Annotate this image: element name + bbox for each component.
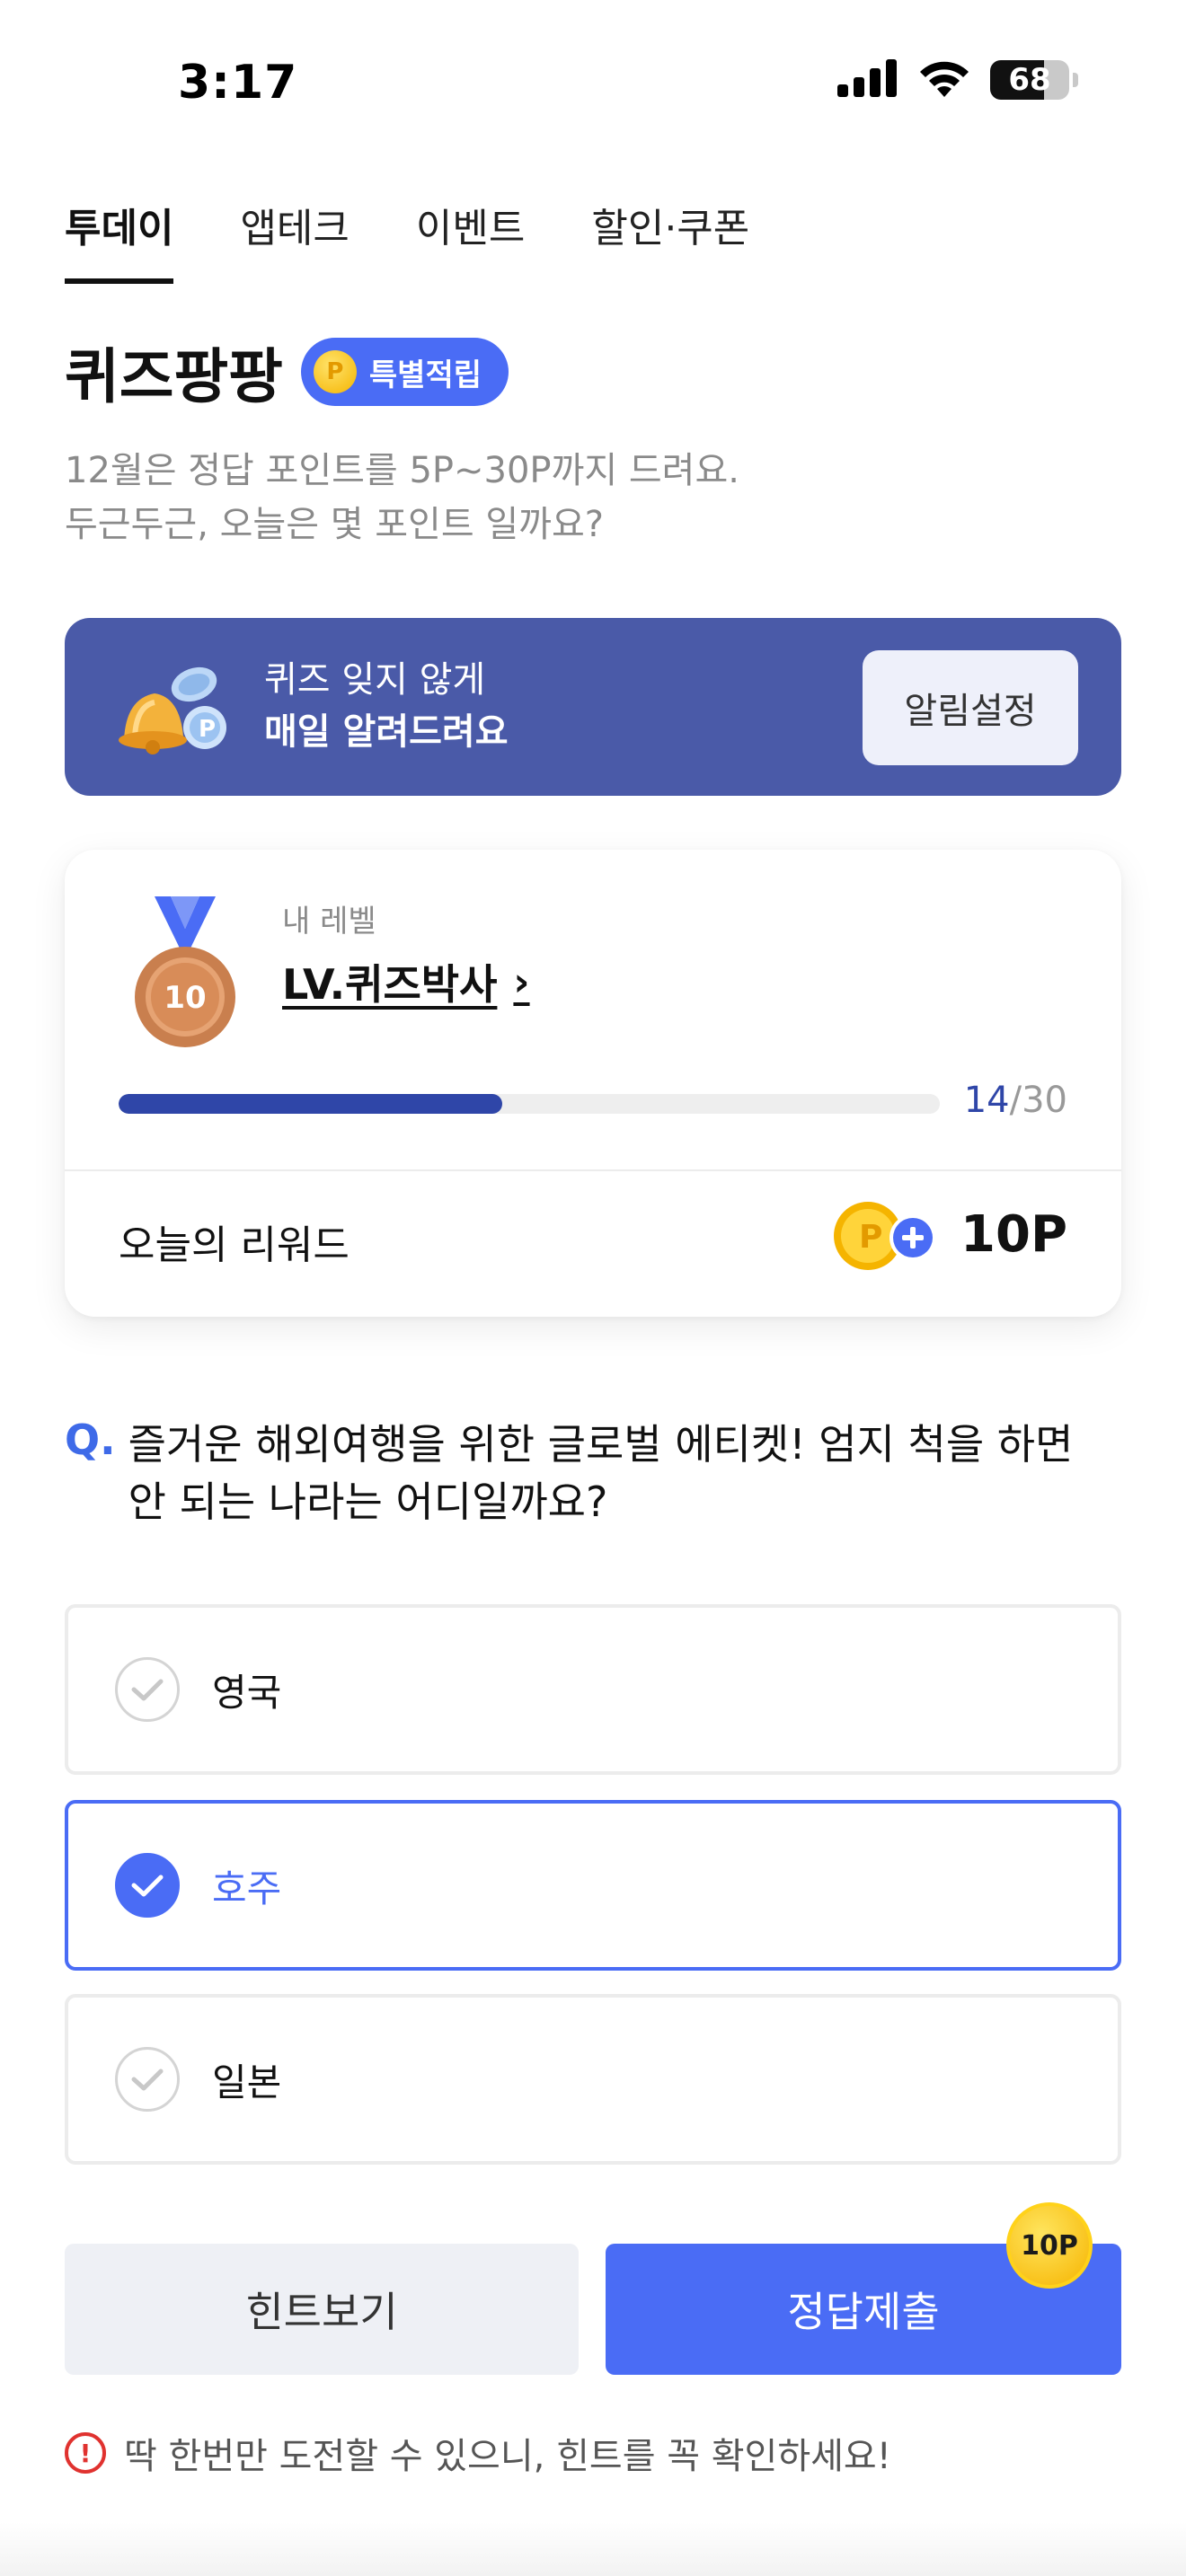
level-caption: 내 레벨 — [282, 904, 376, 940]
point-coin-icon: P — [313, 350, 357, 393]
question-text: 즐거운 해외여행을 위한 글로벌 에티켓! 엄지 척을 하면 안 되는 나라는 … — [128, 1416, 1074, 1531]
chevron-right-icon: › — [513, 958, 530, 1005]
svg-text:P: P — [859, 1219, 882, 1256]
warning-text: 딱 한번만 도전할 수 있으니, 힌트를 꼭 확인하세요! — [124, 2436, 891, 2477]
level-progress-fill — [119, 1094, 502, 1114]
notice-line-1: 퀴즈 잊지 않게 — [264, 659, 486, 701]
option-label: 호주 — [212, 1866, 282, 1910]
quiz-page: 3:17 68 투데이 앱테크 이벤트 할인·쿠폰 퀴즈팡팡 P 특별적립 12… — [0, 0, 1186, 2576]
bottom-fade — [0, 2522, 1186, 2576]
notice-line-2: 매일 알려드려요 — [264, 711, 509, 753]
question-line-2: 안 되는 나라는 어디일까요? — [128, 1478, 608, 1526]
tab-event[interactable]: 이벤트 — [416, 196, 525, 284]
level-name-link[interactable]: LV.퀴즈박사 › — [282, 952, 530, 1011]
alert-icon: ! — [65, 2432, 106, 2474]
level-name: LV.퀴즈박사 — [282, 960, 498, 1009]
question: Q. 즐거운 해외여행을 위한 글로벌 에티켓! 엄지 척을 하면 안 되는 나… — [65, 1416, 1121, 1531]
answer-option-australia[interactable]: 호주 — [65, 1800, 1121, 1971]
badge-label: 특별적립 — [368, 357, 482, 393]
alarm-settings-button[interactable]: 알림설정 — [863, 650, 1078, 765]
progress-count: 14/30 — [964, 1080, 1067, 1121]
option-label: 일본 — [212, 2060, 282, 2104]
reward-coin-plus-icon: P — [834, 1202, 936, 1270]
progress-total: /30 — [1009, 1080, 1067, 1121]
signal-icon — [837, 59, 898, 101]
question-line-1: 즐거운 해외여행을 위한 글로벌 에티켓! 엄지 척을 하면 — [128, 1420, 1074, 1469]
level-progress-bar — [119, 1094, 940, 1114]
battery-level: 68 — [1008, 62, 1051, 98]
special-badge: P 특별적립 — [300, 338, 509, 406]
subtitle-line-2: 두근두근, 오늘은 몇 포인트 일까요? — [65, 504, 605, 545]
battery-icon: 68 — [990, 60, 1069, 100]
point-chip-badge: 10P — [1006, 2202, 1093, 2289]
notification-banner: P 퀴즈 잊지 않게 매일 알려드려요 알림설정 — [65, 618, 1121, 796]
medal-icon: 10 — [135, 896, 235, 1047]
medal-number: 10 — [164, 980, 206, 1016]
option-label: 영국 — [212, 1670, 282, 1715]
bell-icon: P — [119, 666, 226, 754]
check-circle-icon — [115, 1657, 180, 1722]
svg-text:P: P — [199, 716, 216, 743]
tab-today[interactable]: 투데이 — [65, 196, 174, 284]
check-circle-icon — [115, 2047, 180, 2112]
reward-value: 10P — [960, 1205, 1067, 1264]
level-card: 10 내 레벨 LV.퀴즈박사 › 14/30 오늘의 리워드 P 10P — [65, 850, 1121, 1317]
answer-option-uk[interactable]: 영국 — [65, 1604, 1121, 1775]
wifi-icon — [918, 59, 970, 101]
warning-message: ! 딱 한번만 도전할 수 있으니, 힌트를 꼭 확인하세요! — [65, 2427, 891, 2479]
question-mark: Q. — [65, 1416, 116, 1464]
title-row: 퀴즈팡팡 P 특별적립 — [65, 329, 509, 415]
reward-label: 오늘의 리워드 — [119, 1222, 350, 1268]
hint-button[interactable]: 힌트보기 — [65, 2244, 579, 2375]
top-tabs: 투데이 앱테크 이벤트 할인·쿠폰 — [65, 196, 749, 284]
check-circle-filled-icon — [115, 1853, 180, 1918]
card-divider — [65, 1169, 1121, 1171]
progress-current: 14 — [963, 1080, 1010, 1121]
subtitle-line-1: 12월은 정답 포인트를 5P~30P까지 드려요. — [65, 450, 739, 491]
page-subtitle: 12월은 정답 포인트를 5P~30P까지 드려요. 두근두근, 오늘은 몇 포… — [65, 444, 739, 551]
tab-coupon[interactable]: 할인·쿠폰 — [591, 196, 749, 284]
notice-text: 퀴즈 잊지 않게 매일 알려드려요 — [264, 654, 509, 758]
page-title: 퀴즈팡팡 — [65, 342, 283, 411]
status-time: 3:17 — [178, 56, 298, 110]
answer-option-japan[interactable]: 일본 — [65, 1994, 1121, 2165]
status-icons: 68 — [837, 59, 1078, 101]
tab-apptech[interactable]: 앱테크 — [240, 196, 349, 284]
